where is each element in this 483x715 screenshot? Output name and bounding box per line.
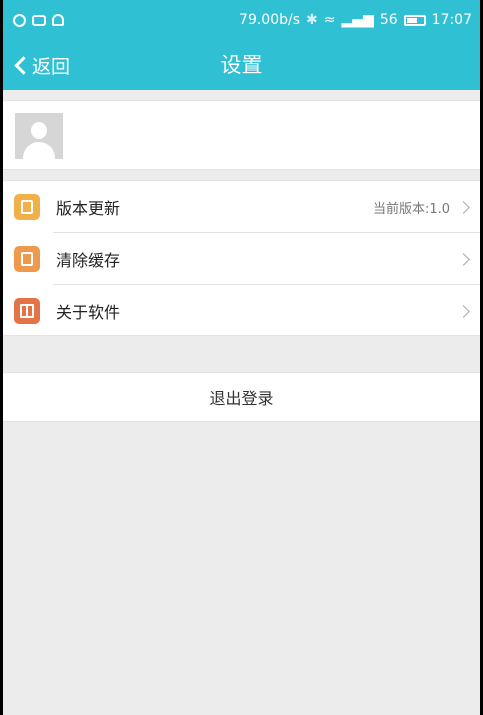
chevron-right-icon (457, 304, 470, 318)
avatar-head-shape (31, 122, 47, 139)
book-icon (14, 298, 40, 324)
network-speed: 79.00b/s (239, 12, 301, 28)
settings-menu: 版本更新 当前版本:1.0 清除缓存 关于软件 (3, 180, 480, 336)
battery-icon (403, 14, 426, 26)
profile-card[interactable] (3, 100, 480, 170)
bluetooth-icon: ✱ (306, 12, 318, 28)
status-bar: 79.00b/s ✱ ≈ ▂▄▆ 56 17:07 (3, 0, 480, 40)
signal-icon: ▂▄▆ (341, 12, 374, 28)
chat-notification-icon (13, 13, 26, 27)
shield-notification-icon (52, 14, 64, 26)
page-title: 设置 (220, 53, 263, 77)
menu-item-about[interactable]: 关于软件 (3, 285, 480, 337)
signal-strength: 56 (379, 12, 398, 28)
chevron-right-icon (457, 252, 470, 266)
current-version-value: 当前版本:1.0 (372, 201, 450, 217)
chevron-right-icon (457, 200, 470, 214)
avatar-body-shape (23, 142, 55, 159)
menu-item-clear-cache[interactable]: 清除缓存 (3, 233, 480, 285)
menu-item-version-update[interactable]: 版本更新 当前版本:1.0 (3, 181, 480, 233)
update-icon (14, 194, 40, 220)
image-notification-icon (32, 14, 46, 26)
logout-button[interactable]: 退出登录 (3, 372, 480, 422)
nav-bar: 返回 设置 (3, 40, 480, 90)
menu-item-label: 清除缓存 (56, 251, 121, 270)
menu-item-label: 版本更新 (56, 199, 121, 218)
menu-item-label: 关于软件 (56, 303, 121, 322)
trash-icon (14, 246, 40, 272)
avatar[interactable] (15, 113, 63, 159)
wifi-icon: ≈ (323, 12, 336, 28)
clock: 17:07 (431, 12, 472, 28)
settings-screen: 79.00b/s ✱ ≈ ▂▄▆ 56 17:07 返回 设置 版本更新 当前版… (3, 0, 480, 715)
